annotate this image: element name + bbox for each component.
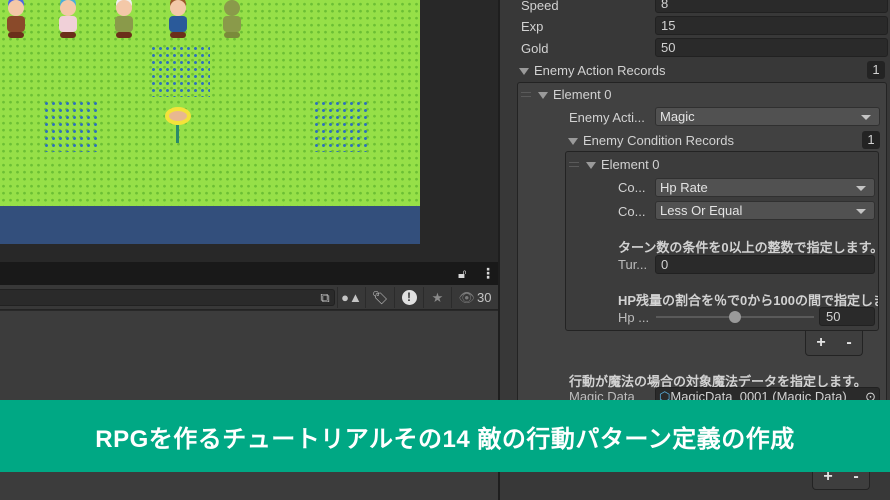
speed-label: Speed (521, 0, 559, 13)
lock-icon[interactable]: 🔓︎ (458, 266, 466, 282)
enemy-action-label: Enemy Acti... (569, 110, 645, 125)
title-banner: RPGを作るチュートリアルその14 敵の行動パターン定義の作成 (0, 400, 890, 472)
hp-label: Hp ... (618, 310, 650, 325)
label-filter-icon[interactable]: 🏷︎ (365, 287, 394, 308)
gold-label: Gold (521, 41, 549, 56)
hp-value-field[interactable]: 50 (819, 307, 875, 326)
array-size-field[interactable]: 1 (862, 131, 880, 149)
character-old-man (110, 0, 138, 40)
eye-icon: 👁︎ (458, 289, 476, 305)
tall-grass (150, 45, 210, 97)
warning-filter-icon[interactable]: ! (394, 287, 423, 308)
enemy-condition-records-label[interactable]: Enemy Condition Records (583, 133, 734, 148)
condition-add-remove: + - (805, 331, 863, 356)
character-hero (2, 0, 30, 40)
exp-label: Exp (521, 19, 544, 34)
hidden-count: 30 (477, 290, 492, 305)
array-size-field[interactable]: 1 (867, 61, 885, 79)
character-goblin (218, 0, 246, 40)
comparison-label: Co... (618, 204, 646, 219)
water-tiles (0, 206, 420, 244)
foldout-arrow-icon[interactable] (519, 68, 529, 75)
condition-type-label: Co... (618, 180, 646, 195)
element-label[interactable]: Element 0 (601, 157, 660, 172)
flower-stem (176, 125, 179, 143)
foldout-arrow-icon[interactable] (568, 138, 578, 145)
enemy-action-records-label[interactable]: Enemy Action Records (534, 63, 666, 78)
tall-grass (43, 100, 98, 152)
hidden-count-toggle[interactable]: 👁︎ 30 (451, 287, 498, 308)
character-boy (164, 0, 192, 40)
foldout-arrow-icon[interactable] (586, 162, 596, 169)
project-panel-header (0, 262, 498, 285)
turn-help-text: ターン数の条件を0以上の整数で指定します。 (618, 240, 878, 255)
remove-element-button[interactable]: - (846, 334, 851, 352)
hp-slider-handle[interactable] (729, 311, 741, 323)
open-window-icon[interactable]: ⧉ (313, 287, 337, 308)
drag-handle-icon[interactable] (569, 162, 579, 167)
gold-field[interactable]: 50 (655, 38, 888, 57)
add-element-button[interactable]: + (816, 334, 825, 352)
turn-field[interactable]: 0 (655, 255, 875, 274)
kebab-menu-icon[interactable]: ⋮ (481, 265, 495, 282)
element-label[interactable]: Element 0 (553, 87, 612, 102)
speed-field[interactable]: 8 (655, 0, 888, 13)
enemy-action-dropdown[interactable]: Magic (655, 107, 880, 126)
flower-sprite (165, 107, 191, 125)
search-input[interactable] (0, 289, 335, 306)
exp-field[interactable]: 15 (655, 16, 888, 35)
character-girl (54, 0, 82, 40)
drag-handle-icon[interactable] (521, 92, 531, 97)
tall-grass (313, 100, 368, 152)
condition-type-dropdown[interactable]: Hp Rate (655, 178, 875, 197)
banner-title: RPGを作るチュートリアルその14 敵の行動パターン定義の作成 (95, 425, 795, 453)
comparison-dropdown[interactable]: Less Or Equal (655, 201, 875, 220)
turn-label: Tur... (618, 257, 648, 272)
type-filter-icon[interactable]: ●▲ (337, 287, 365, 308)
favorite-star-icon[interactable]: ★ (423, 287, 451, 308)
foldout-arrow-icon[interactable] (538, 92, 548, 99)
